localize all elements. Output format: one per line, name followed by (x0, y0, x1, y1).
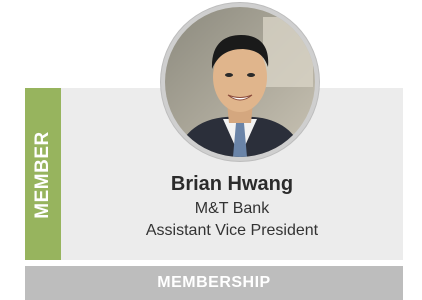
member-job-title: Assistant Vice President (145, 222, 319, 239)
member-name: Brian Hwang (170, 173, 294, 195)
membership-button[interactable]: MEMBERSHIP (25, 266, 403, 300)
avatar (161, 3, 319, 161)
avatar-photo (165, 7, 315, 157)
member-company: M&T Bank (194, 200, 270, 217)
member-side-label: MEMBER (32, 131, 53, 219)
